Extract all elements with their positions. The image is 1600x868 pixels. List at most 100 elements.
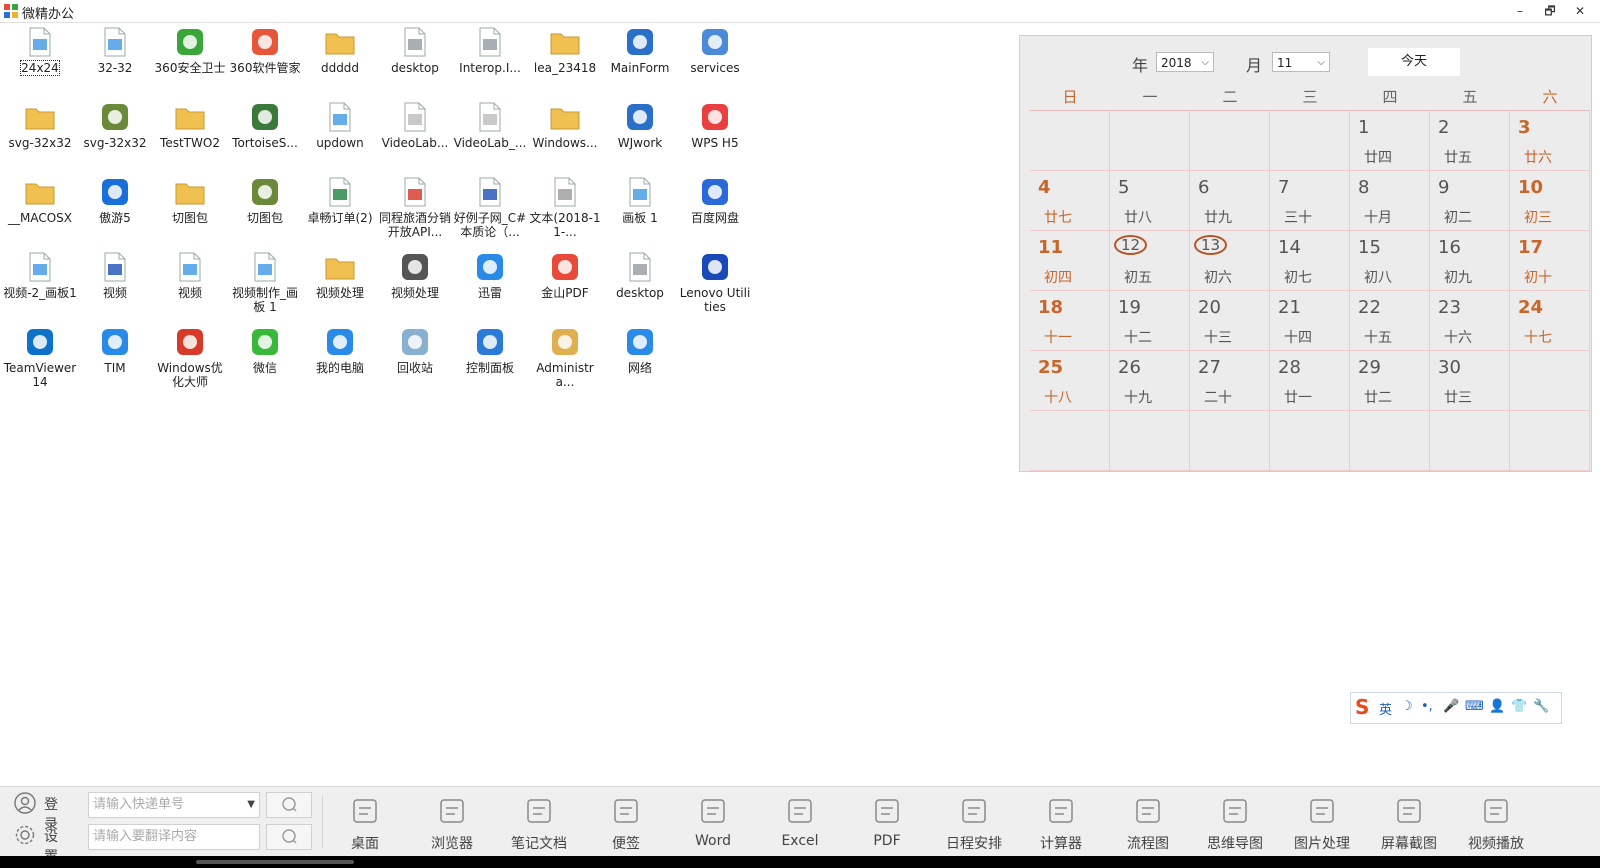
desktop-icon[interactable]: MainForm (603, 22, 677, 94)
desktop-icon[interactable]: 32-32 (78, 22, 152, 94)
desktop-icon[interactable]: 百度网盘 (678, 172, 752, 244)
calendar-day-cell[interactable]: 27 二十 (1190, 351, 1270, 411)
calendar-day-cell[interactable]: 22 十五 (1350, 291, 1430, 351)
calendar-day-cell[interactable]: 24 十七 (1510, 291, 1590, 351)
translate-input[interactable]: 请输入要翻译内容 (88, 824, 260, 850)
tool-button[interactable]: Word (670, 791, 756, 853)
calendar-day-cell[interactable]: 23 十六 (1430, 291, 1510, 351)
calendar-day-cell[interactable]: 8 十月 (1350, 171, 1430, 231)
desktop-icon[interactable]: 网络 (603, 322, 677, 394)
desktop-icon[interactable]: 视频 (78, 247, 152, 319)
desktop-icon[interactable]: 360软件管家 (228, 22, 302, 94)
desktop-icon[interactable]: 24x24 (3, 22, 77, 94)
calendar-day-cell[interactable]: 21 十四 (1270, 291, 1350, 351)
desktop-icon[interactable]: WPS H5 (678, 97, 752, 169)
desktop-icon[interactable]: 切图包 (228, 172, 302, 244)
desktop-icon[interactable]: 金山PDF (528, 247, 602, 319)
calendar-day-cell[interactable]: 17 初十 (1510, 231, 1590, 291)
desktop-icon[interactable]: TestTWO2 (153, 97, 227, 169)
tool-button[interactable]: 便签 (583, 791, 669, 853)
user-icon[interactable]: 👤 (1489, 699, 1505, 714)
desktop-icon[interactable]: 回收站 (378, 322, 452, 394)
desktop-icon[interactable]: TeamViewer 14 (3, 322, 77, 394)
desktop-icon[interactable]: ddddd (303, 22, 377, 94)
desktop-icon[interactable]: Windows优化大师 (153, 322, 227, 394)
tracking-search-button[interactable] (266, 792, 312, 818)
ime-language-toggle[interactable]: 英 (1379, 699, 1392, 718)
desktop-icon[interactable]: 同程旅酒分销开放API... (378, 172, 452, 244)
desktop-icon[interactable]: 视频-2_画板1 (3, 247, 77, 319)
desktop-icon[interactable]: 傲游5 (78, 172, 152, 244)
desktop-icon[interactable]: __MACOSX (3, 172, 77, 244)
horizontal-scrollbar[interactable] (196, 860, 354, 864)
restore-button[interactable]: 🗗 (1538, 2, 1562, 20)
calendar-day-cell[interactable]: 26 十九 (1110, 351, 1190, 411)
desktop-icon[interactable]: 文本(2018-11-... (528, 172, 602, 244)
calendar-day-cell[interactable]: 20 十三 (1190, 291, 1270, 351)
tool-button[interactable]: 桌面 (322, 791, 408, 853)
desktop-icon[interactable]: 视频制作_画板 1 (228, 247, 302, 319)
microphone-icon[interactable]: 🎤 (1443, 699, 1459, 714)
close-button[interactable]: ✕ (1568, 2, 1592, 20)
calendar-day-cell[interactable]: 30 廿三 (1430, 351, 1510, 411)
tool-button[interactable]: 浏览器 (409, 791, 495, 853)
translate-search-button[interactable] (266, 824, 312, 850)
calendar-day-cell[interactable]: 25 十八 (1030, 351, 1110, 411)
calendar-day-cell[interactable]: 1 廿四 (1350, 111, 1430, 171)
desktop-icon[interactable]: Interop.I... (453, 22, 527, 94)
sogou-logo-icon[interactable]: S (1355, 695, 1369, 719)
calendar-day-cell[interactable]: 14 初七 (1270, 231, 1350, 291)
calendar-day-cell[interactable]: 18 十一 (1030, 291, 1110, 351)
desktop-icon[interactable]: 360安全卫士 (153, 22, 227, 94)
desktop-icon[interactable]: TortoiseS... (228, 97, 302, 169)
desktop-icon[interactable]: 视频 (153, 247, 227, 319)
desktop-icon[interactable]: 迅雷 (453, 247, 527, 319)
desktop-icon[interactable]: Lenovo Utilities (678, 247, 752, 319)
desktop-icon[interactable]: svg-32x32 (3, 97, 77, 169)
tool-button[interactable]: 笔记文档 (496, 791, 582, 853)
desktop-icon[interactable]: 我的电脑 (303, 322, 377, 394)
wrench-icon[interactable]: 🔧 (1533, 699, 1549, 714)
desktop-icon[interactable]: 微信 (228, 322, 302, 394)
tracking-number-input[interactable]: 请输入快递单号 ▼ (88, 792, 260, 818)
tool-button[interactable]: 计算器 (1018, 791, 1104, 853)
calendar-day-cell[interactable]: 11 初四 (1030, 231, 1110, 291)
year-select[interactable]: 2018 ⌵ (1156, 52, 1214, 72)
calendar-day-cell[interactable]: 3 廿六 (1510, 111, 1590, 171)
tool-button[interactable]: 屏幕截图 (1366, 791, 1452, 853)
desktop-icon[interactable]: 卓畅订单(2) (303, 172, 377, 244)
calendar-day-cell[interactable]: 6 廿九 (1190, 171, 1270, 231)
desktop-icon[interactable]: updown (303, 97, 377, 169)
calendar-day-cell[interactable]: 5 廿八 (1110, 171, 1190, 231)
tool-button[interactable]: 视频播放 (1453, 791, 1539, 853)
tool-button[interactable]: 思维导图 (1192, 791, 1278, 853)
tool-button[interactable]: 日程安排 (931, 791, 1017, 853)
desktop-icon[interactable]: 切图包 (153, 172, 227, 244)
desktop-icon[interactable]: svg-32x32 (78, 97, 152, 169)
desktop-icon[interactable]: desktop (378, 22, 452, 94)
keyboard-icon[interactable]: ⌨ (1465, 699, 1484, 714)
moon-icon[interactable]: ☽ (1401, 699, 1413, 714)
calendar-day-cell[interactable]: 2 廿五 (1430, 111, 1510, 171)
calendar-day-cell[interactable]: 4 廿七 (1030, 171, 1110, 231)
desktop-icon[interactable]: lea_23418 (528, 22, 602, 94)
tool-button[interactable]: Excel (757, 791, 843, 853)
desktop-icon[interactable]: 视频处理 (303, 247, 377, 319)
desktop-icon[interactable]: Administra... (528, 322, 602, 394)
desktop-icon[interactable]: VideoLab... (378, 97, 452, 169)
calendar-day-cell[interactable]: 10 初三 (1510, 171, 1590, 231)
desktop-icon[interactable]: desktop (603, 247, 677, 319)
calendar-day-cell[interactable]: 29 廿二 (1350, 351, 1430, 411)
calendar-day-cell[interactable]: 12 初五 (1110, 231, 1190, 291)
tool-button[interactable]: 图片处理 (1279, 791, 1365, 853)
desktop-icon[interactable]: 好例子网_C#本质论（... (453, 172, 527, 244)
calendar-day-cell[interactable]: 13 初六 (1190, 231, 1270, 291)
desktop-icon[interactable]: 视频处理 (378, 247, 452, 319)
desktop-icon[interactable]: Windows... (528, 97, 602, 169)
skin-icon[interactable]: 👕 (1511, 699, 1527, 714)
desktop-icon[interactable]: 画板 1 (603, 172, 677, 244)
month-select[interactable]: 11 ⌵ (1272, 52, 1330, 72)
calendar-day-cell[interactable]: 9 初二 (1430, 171, 1510, 231)
calendar-day-cell[interactable]: 28 廿一 (1270, 351, 1350, 411)
tool-button[interactable]: PDF (844, 791, 930, 853)
